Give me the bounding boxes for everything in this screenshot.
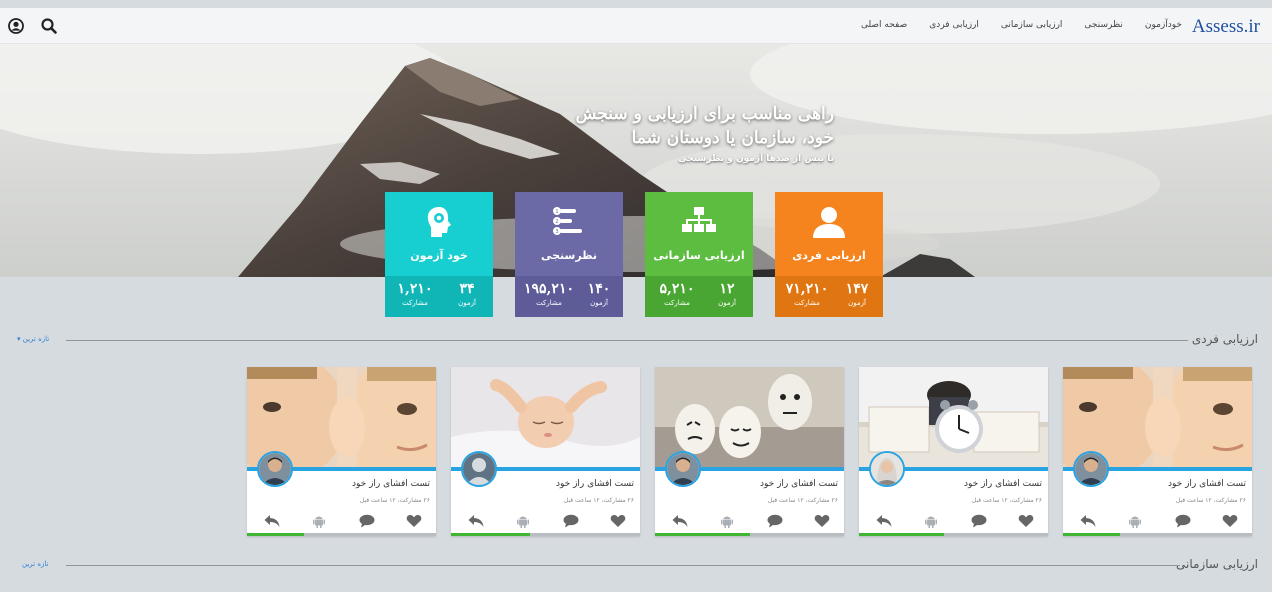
hero-title: راهی مناسب برای ارزیابی و سنجش خود، سازم…: [575, 104, 834, 148]
section-title-individual: ارزیابی فردی: [1191, 332, 1258, 346]
section-divider: [66, 340, 1188, 341]
section-title-organizational: ارزیابی سازمانی: [1175, 557, 1258, 571]
caret-down-icon: ▾: [17, 335, 21, 343]
comment-bubble-icon[interactable]: [971, 513, 987, 528]
svg-text:2: 2: [555, 219, 558, 225]
tile-name: خود آزمون: [410, 249, 468, 262]
assessment-card[interactable]: تست افشای راز خود ۲۶ مشارکت، ۱۲ ساعت قبل: [451, 367, 640, 536]
page-edge: [1272, 0, 1280, 592]
like-heart-icon[interactable]: [1018, 513, 1034, 527]
head-gear-icon: [427, 207, 451, 237]
card-progress-bar: [859, 533, 1048, 536]
nav-home[interactable]: صفحه اصلی: [861, 20, 907, 30]
comment-bubble-icon[interactable]: [563, 513, 579, 528]
tile-organizational-assessment[interactable]: ارزیابی سازمانی ۵,۲۱۰ مشارکت ۱۲ آزمون: [645, 192, 753, 317]
card-actions: [451, 513, 640, 531]
card-actions: [1063, 513, 1252, 531]
svg-text:3: 3: [555, 229, 558, 235]
user-account-icon[interactable]: [7, 17, 25, 35]
nav-organizational-assessment[interactable]: ارزیابی سازمانی: [1001, 20, 1063, 30]
author-avatar[interactable]: [869, 451, 905, 487]
card-progress-bar: [1063, 533, 1252, 536]
card-progress-fill: [655, 533, 750, 536]
card-actions: [655, 513, 844, 531]
assessment-card[interactable]: تست افشای راز خود ۲۶ مشارکت، ۱۲ ساعت قبل: [247, 367, 436, 536]
like-heart-icon[interactable]: [1222, 513, 1238, 527]
section-latest-link[interactable]: تازه ترین: [22, 560, 48, 568]
comment-bubble-icon[interactable]: [1175, 513, 1191, 528]
author-avatar[interactable]: [1073, 451, 1109, 487]
svg-text:1: 1: [555, 209, 558, 215]
tile-survey[interactable]: 1 2 3 نظرسنجی ۱۹۵,۲۱۰ مشارکت ۱۴۰ آزمون: [515, 192, 623, 317]
card-title[interactable]: تست افشای راز خود: [1168, 479, 1246, 489]
reply-share-icon[interactable]: [672, 513, 688, 527]
assessment-card[interactable]: تست افشای راز خود ۲۶ مشارکت، ۱۲ ساعت قبل: [1063, 367, 1252, 536]
card-actions: [247, 513, 436, 531]
like-heart-icon[interactable]: [610, 513, 626, 527]
card-progress-fill: [1063, 533, 1120, 536]
like-heart-icon[interactable]: [406, 513, 422, 527]
card-meta: ۲۶ مشارکت، ۱۲ ساعت قبل: [359, 497, 430, 504]
top-navbar: صفحه اصلی ارزیابی فردی ارزیابی سازمانی ن…: [0, 8, 1272, 44]
android-icon[interactable]: [923, 513, 939, 528]
tile-name: ارزیابی فردی: [792, 249, 866, 262]
comment-bubble-icon[interactable]: [767, 513, 783, 528]
card-meta: ۲۶ مشارکت، ۱۲ ساعت قبل: [767, 497, 838, 504]
assessment-card[interactable]: تست افشای راز خود ۲۶ مشارکت، ۱۲ ساعت قبل: [655, 367, 844, 536]
card-title[interactable]: تست افشای راز خود: [964, 479, 1042, 489]
card-title[interactable]: تست افشای راز خود: [352, 479, 430, 489]
section-divider: [66, 565, 1180, 566]
reply-share-icon[interactable]: [1080, 513, 1096, 527]
android-icon[interactable]: [719, 513, 735, 528]
android-icon[interactable]: [1127, 513, 1143, 528]
card-progress-fill: [247, 533, 304, 536]
person-icon: [813, 207, 845, 238]
card-title[interactable]: تست افشای راز خود: [556, 479, 634, 489]
android-icon[interactable]: [311, 513, 327, 528]
card-progress-fill: [859, 533, 945, 536]
card-progress-bar: [655, 533, 844, 536]
author-avatar[interactable]: [665, 451, 701, 487]
card-progress-fill: [451, 533, 531, 536]
main-menu: صفحه اصلی ارزیابی فردی ارزیابی سازمانی ن…: [861, 20, 1182, 30]
section-latest-link[interactable]: تازه ترین ▾: [17, 335, 49, 343]
site-logo[interactable]: Assess.ir: [1192, 16, 1260, 38]
tile-individual-assessment[interactable]: ارزیابی فردی ۷۱,۲۱۰ مشارکت ۱۴۷ آزمون: [775, 192, 883, 317]
card-meta: ۲۶ مشارکت، ۱۲ ساعت قبل: [1175, 497, 1246, 504]
hero-banner: راهی مناسب برای ارزیابی و سنجش خود، سازم…: [0, 44, 1272, 277]
card-meta: ۲۶ مشارکت، ۱۲ ساعت قبل: [971, 497, 1042, 504]
tile-self-test[interactable]: خود آزمون ۱,۲۱۰ مشارکت ۳۴ آزمون: [385, 192, 493, 317]
nav-self-test[interactable]: خودآزمون: [1145, 20, 1182, 30]
hero-subtitle: با بیش از صدها آزمون و نظرسنجی: [678, 154, 834, 164]
assessment-card[interactable]: تست افشای راز خود ۲۶ مشارکت، ۱۲ ساعت قبل: [859, 367, 1048, 536]
android-icon[interactable]: [515, 513, 531, 528]
nav-individual-assessment[interactable]: ارزیابی فردی: [929, 20, 979, 30]
reply-share-icon[interactable]: [876, 513, 892, 527]
org-chart-icon: [682, 207, 716, 232]
page: راهی مناسب برای ارزیابی و سنجش خود، سازم…: [0, 0, 1280, 592]
comment-bubble-icon[interactable]: [359, 513, 375, 528]
nav-survey[interactable]: نظرسنجی: [1084, 20, 1122, 30]
search-icon[interactable]: [40, 17, 58, 35]
poll-list-icon: 1 2 3: [553, 207, 582, 235]
author-avatar[interactable]: [257, 451, 293, 487]
reply-share-icon[interactable]: [264, 513, 280, 527]
card-meta: ۲۶ مشارکت، ۱۲ ساعت قبل: [563, 497, 634, 504]
tile-name: ارزیابی سازمانی: [653, 249, 745, 262]
tile-name: نظرسنجی: [540, 249, 598, 262]
card-progress-bar: [451, 533, 640, 536]
card-actions: [859, 513, 1048, 531]
reply-share-icon[interactable]: [468, 513, 484, 527]
card-progress-bar: [247, 533, 436, 536]
card-title[interactable]: تست افشای راز خود: [760, 479, 838, 489]
author-avatar[interactable]: [461, 451, 497, 487]
like-heart-icon[interactable]: [814, 513, 830, 527]
